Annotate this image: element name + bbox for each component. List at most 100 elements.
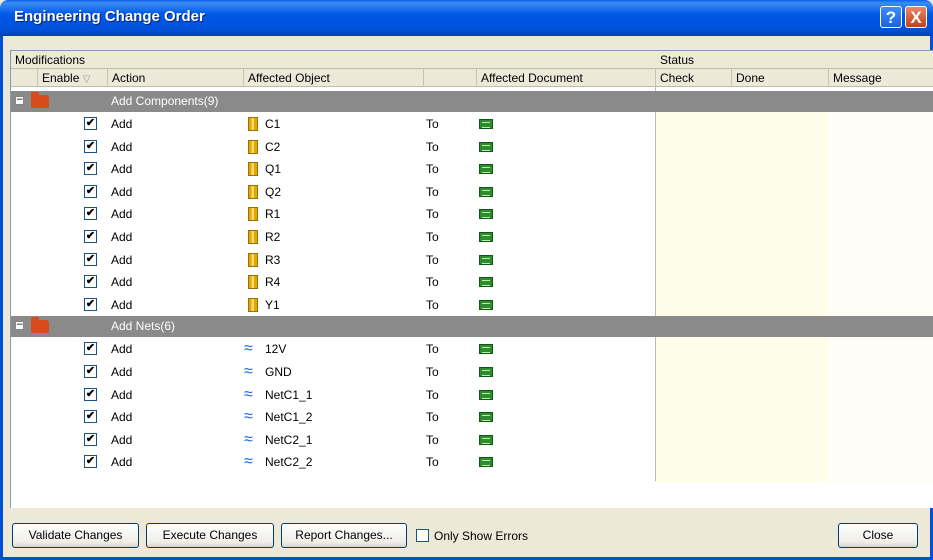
folder-icon xyxy=(31,317,49,334)
table-row[interactable]: ✔ Add ≈ GND To xyxy=(11,361,933,383)
execute-changes-button[interactable]: Execute Changes xyxy=(146,523,274,548)
collapse-icon[interactable]: − xyxy=(15,96,24,105)
window-close-button[interactable]: X xyxy=(905,6,927,28)
done-column-header[interactable]: Done xyxy=(731,69,828,87)
action-cell: Add xyxy=(111,117,133,131)
table-row[interactable]: ✔ Add ≈ NetC2_2 To xyxy=(11,451,933,473)
column-header-row: Enable ▽ Action Affected Object Affected… xyxy=(11,69,933,87)
table-row[interactable]: ✔ Add ≈ 12V To xyxy=(11,338,933,360)
pcb-document-icon xyxy=(479,457,493,468)
affected-object-column-header[interactable]: Affected Object xyxy=(243,69,423,87)
enable-checkbox[interactable]: ✔ xyxy=(84,162,97,176)
affected-object-cell: 12V xyxy=(265,342,287,357)
enable-checkbox[interactable]: ✔ xyxy=(84,207,97,221)
table-row[interactable]: ✔ Add Q2 To xyxy=(11,181,933,203)
validate-changes-button[interactable]: Validate Changes xyxy=(12,523,139,548)
enable-checkbox[interactable]: ✔ xyxy=(84,117,97,130)
only-show-errors-label[interactable]: Only Show Errors xyxy=(434,529,528,543)
action-cell: Add xyxy=(111,432,133,447)
action-column-header[interactable]: Action xyxy=(107,69,243,87)
action-cell: Add xyxy=(111,365,133,379)
sort-triangle-icon: ▽ xyxy=(82,74,91,85)
pcb-document-icon xyxy=(479,232,493,242)
affected-object-cell: Q1 xyxy=(265,162,282,177)
table-row[interactable]: ✔ Add Q1 To xyxy=(11,158,933,180)
enable-checkbox[interactable]: ✔ xyxy=(84,432,97,446)
folder-icon xyxy=(31,92,49,108)
title-bar[interactable]: Engineering Change Order ? X xyxy=(0,0,933,36)
enable-checkbox[interactable]: ✔ xyxy=(84,275,97,289)
group-header-row: Modifications Status xyxy=(11,51,933,69)
affected-object-cell: R1 xyxy=(265,207,281,222)
action-cell: Add xyxy=(111,410,133,425)
window-title: Engineering Change Order xyxy=(14,8,205,25)
affected-object-cell: R4 xyxy=(265,275,281,290)
pcb-document-icon xyxy=(479,141,493,152)
action-cell: Add xyxy=(111,207,133,222)
enable-checkbox[interactable]: ✔ xyxy=(84,365,97,378)
enable-checkbox[interactable]: ✔ xyxy=(84,230,97,243)
net-icon: ≈ xyxy=(244,385,253,403)
affected-document-column-header[interactable]: Affected Document xyxy=(476,69,655,87)
action-cell: Add xyxy=(111,252,133,267)
table-row[interactable]: ✔ Add C1 To xyxy=(11,113,933,135)
pcb-document-icon xyxy=(479,412,493,423)
component-icon xyxy=(248,275,258,290)
to-cell: To xyxy=(426,207,439,222)
to-cell: To xyxy=(426,455,439,470)
table-row[interactable]: ✔ Add R1 To xyxy=(11,203,933,225)
component-icon xyxy=(248,230,258,244)
check-column-header[interactable]: Check xyxy=(655,69,731,87)
to-column-header[interactable] xyxy=(423,69,476,87)
pcb-document-icon xyxy=(479,344,493,355)
message-column-header[interactable]: Message xyxy=(828,69,933,87)
table-row[interactable]: ✔ Add R3 To xyxy=(11,249,933,271)
close-button[interactable]: Close xyxy=(838,523,918,548)
table-row[interactable]: ✔ Add ≈ NetC2_1 To xyxy=(11,429,933,451)
to-cell: To xyxy=(426,275,439,290)
net-icon: ≈ xyxy=(244,363,253,380)
component-icon xyxy=(248,162,258,177)
table-row[interactable]: ✔ Add R2 To xyxy=(11,226,933,248)
table-row[interactable]: ✔ Add R4 To xyxy=(11,271,933,293)
to-cell: To xyxy=(426,117,439,131)
table-row[interactable]: ✔ Add Y1 To xyxy=(11,294,933,316)
component-icon xyxy=(248,139,258,154)
table-row[interactable]: ✔ Add C2 To xyxy=(11,136,933,158)
enable-checkbox[interactable]: ✔ xyxy=(84,387,97,401)
pcb-document-icon xyxy=(479,119,493,129)
help-button[interactable]: ? xyxy=(880,6,902,28)
pcb-document-icon xyxy=(479,209,493,220)
group-label: Add Components(9) xyxy=(111,94,219,108)
component-icon xyxy=(248,252,258,267)
group-row[interactable]: − Add Nets(6) xyxy=(11,316,933,338)
only-show-errors-checkbox[interactable] xyxy=(416,529,429,542)
enable-checkbox[interactable]: ✔ xyxy=(84,342,97,356)
collapse-icon[interactable]: − xyxy=(15,321,24,331)
component-icon xyxy=(248,207,258,222)
enable-checkbox[interactable]: ✔ xyxy=(84,252,97,266)
enable-checkbox[interactable]: ✔ xyxy=(84,297,97,311)
action-cell: Add xyxy=(111,275,133,290)
net-icon: ≈ xyxy=(244,408,253,426)
report-changes-button[interactable]: Report Changes... xyxy=(281,523,407,548)
changes-table[interactable]: Modifications Status Enable ▽ Action Aff… xyxy=(10,50,933,508)
table-row[interactable]: ✔ Add ≈ NetC1_1 To xyxy=(11,384,933,406)
action-cell: Add xyxy=(111,342,133,357)
pcb-document-icon xyxy=(479,254,493,265)
enable-column-header[interactable]: Enable ▽ xyxy=(37,69,107,87)
affected-object-cell: NetC2_2 xyxy=(265,455,313,470)
enable-checkbox[interactable]: ✔ xyxy=(84,139,97,153)
component-icon xyxy=(248,184,258,199)
affected-object-cell: C1 xyxy=(265,117,281,131)
affected-object-cell: NetC1_1 xyxy=(265,387,313,402)
to-cell: To xyxy=(426,410,439,425)
enable-checkbox[interactable]: ✔ xyxy=(84,410,97,424)
component-icon xyxy=(248,117,258,131)
action-cell: Add xyxy=(111,139,133,154)
enable-checkbox[interactable]: ✔ xyxy=(84,184,97,198)
enable-checkbox[interactable]: ✔ xyxy=(84,455,97,469)
to-cell: To xyxy=(426,342,439,357)
group-row[interactable]: − Add Components(9) xyxy=(11,91,933,112)
table-row[interactable]: ✔ Add ≈ NetC1_2 To xyxy=(11,406,933,428)
